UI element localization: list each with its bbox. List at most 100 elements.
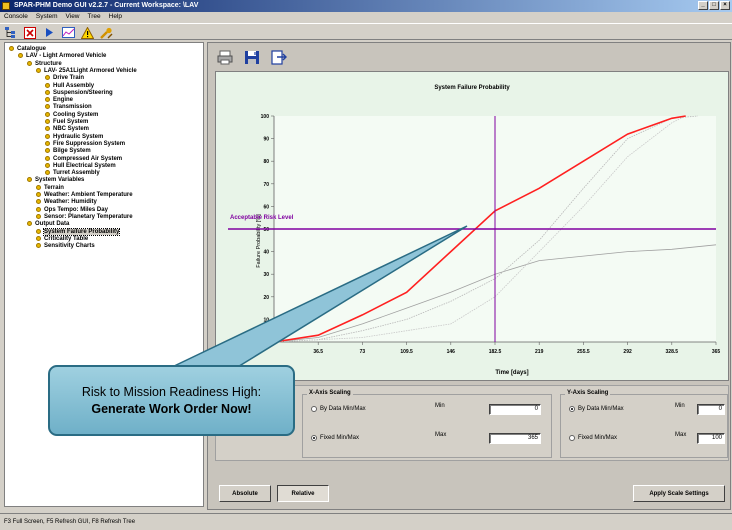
y-min-field[interactable]: 0	[697, 404, 725, 415]
tree-item[interactable]: Transmission	[45, 104, 92, 111]
y-by-data-option[interactable]: By Data Min/Max	[569, 406, 624, 412]
x-axis-scaling-group: X-Axis Scaling By Data Min/Max Fixed Min…	[302, 390, 552, 458]
tree-item-label: Terrain	[44, 184, 64, 191]
y-fixed-radio[interactable]	[569, 435, 575, 441]
tree-item[interactable]: Hull Assembly	[45, 82, 95, 90]
relative-button[interactable]: Relative	[277, 485, 329, 502]
close-button[interactable]: ×	[720, 1, 730, 10]
warning-icon[interactable]	[80, 26, 94, 39]
callout-line-1: Risk to Mission Readiness High:	[81, 384, 262, 399]
tree-item-label: Suspension/Steering	[53, 89, 113, 96]
tree-item[interactable]: System Variables	[27, 177, 84, 184]
tree-item[interactable]: Drive Train	[45, 75, 84, 82]
tree-item[interactable]: Compressed Air System	[45, 155, 122, 163]
tree-item-label: Criticality Table	[44, 235, 89, 242]
node-icon	[27, 177, 32, 183]
tree-item[interactable]: Suspension/Steering	[45, 89, 113, 97]
app-icon	[2, 2, 10, 10]
play-icon[interactable]	[42, 26, 56, 39]
absolute-button[interactable]: Absolute	[219, 485, 271, 502]
title-bar: SPAR-PHM Demo GUI v2.2.7 - Current Works…	[0, 0, 732, 12]
tree-item[interactable]: Criticality Table	[36, 235, 89, 243]
tools-icon[interactable]	[99, 26, 113, 39]
node-icon	[36, 192, 41, 197]
tree-item-label: System Failure Probability	[42, 227, 121, 236]
node-icon	[45, 89, 50, 95]
tree-item[interactable]: Engine	[45, 97, 73, 104]
print-icon[interactable]	[216, 49, 233, 66]
x-min-field[interactable]: 0	[489, 404, 541, 415]
minimize-button[interactable]: _	[698, 1, 708, 10]
x-max-field[interactable]: 365	[489, 433, 541, 444]
tree-item[interactable]: Output Data	[27, 221, 69, 228]
node-icon	[36, 228, 41, 234]
window-controls: _ □ ×	[698, 1, 730, 10]
tree-item[interactable]: LAV- 25A1Light Armored Vehicle	[36, 67, 137, 75]
tree-item[interactable]: Bilge System	[45, 148, 91, 155]
tree-toggle-icon[interactable]	[4, 26, 18, 39]
x-by-data-option[interactable]: By Data Min/Max	[311, 406, 366, 412]
menu-view[interactable]: View	[66, 12, 80, 22]
chart-icon[interactable]	[61, 26, 75, 39]
x-axis-scaling-title: X-Axis Scaling	[307, 390, 353, 396]
y-tick-label: 10	[263, 317, 269, 323]
tree-item-label: Sensitivity Charts	[44, 243, 95, 250]
save-icon[interactable]	[243, 49, 260, 66]
menu-help[interactable]: Help	[109, 12, 122, 22]
tree-item[interactable]: Fire Suppression System	[45, 140, 126, 148]
menu-system[interactable]: System	[36, 12, 58, 22]
tree-item[interactable]: Catalogue	[9, 46, 46, 53]
y-axis-label: Failure Probability [%]	[256, 214, 262, 268]
tree-item-label: Hull Assembly	[53, 82, 95, 89]
maximize-button[interactable]: □	[709, 1, 719, 10]
x-tick-label: 328.5	[666, 349, 679, 355]
callout-line-2: Generate Work Order Now!	[91, 401, 252, 416]
tree-item[interactable]: Turret Assembly	[45, 170, 100, 177]
tree-item[interactable]: Sensor: Planetary Temperature	[36, 213, 133, 221]
apply-scale-settings-button[interactable]: Apply Scale Settings	[633, 485, 725, 502]
tree-item[interactable]: Sensitivity Charts	[36, 243, 95, 250]
x-tick-label: 73	[360, 349, 366, 355]
node-icon	[45, 111, 50, 117]
menu-console[interactable]: Console	[4, 12, 28, 22]
tree-item-label: Fire Suppression System	[53, 140, 126, 147]
failure-probability-chart: System Failure Probability Time [days] F…	[228, 85, 721, 376]
x-tick-label: 365	[712, 349, 721, 355]
stop-icon[interactable]	[23, 26, 37, 39]
export-icon[interactable]	[270, 49, 287, 66]
tree-item[interactable]: LAV - Light Armored Vehicle	[18, 53, 106, 60]
tree-item[interactable]: Weather: Ambient Temperature	[36, 192, 133, 199]
node-icon	[36, 199, 41, 205]
tree-item-label: Sensor: Planetary Temperature	[44, 213, 133, 220]
tree-item-label: Hydraulic System	[53, 133, 104, 140]
y-by-data-radio[interactable]	[569, 406, 575, 412]
tree-item-label: Weather: Ambient Temperature	[44, 192, 133, 198]
y-tick-label: 30	[263, 272, 269, 278]
x-by-data-radio[interactable]	[311, 406, 317, 412]
menu-tree[interactable]: Tree	[88, 12, 101, 22]
x-fixed-label: Fixed Min/Max	[320, 435, 360, 441]
y-fixed-option[interactable]: Fixed Min/Max	[569, 435, 617, 441]
tree-item[interactable]: NBC System	[45, 126, 89, 133]
tree-item[interactable]: Weather: Humidity	[36, 199, 97, 206]
node-icon	[18, 53, 23, 59]
y-tick-label: 60	[263, 204, 269, 210]
y-tick-label: 80	[263, 159, 269, 165]
tree-item[interactable]: System Failure Probability	[36, 227, 121, 236]
tree-item[interactable]: Terrain	[36, 184, 64, 192]
tree-item[interactable]: Hull Electrical System	[45, 162, 116, 170]
y-max-field[interactable]: 100	[697, 433, 725, 444]
tree-item[interactable]: Structure	[27, 60, 62, 68]
x-fixed-radio[interactable]	[311, 435, 317, 441]
x-tick-label: 146	[447, 349, 456, 355]
node-icon	[36, 184, 41, 190]
tree-item[interactable]: Fuel System	[45, 119, 88, 126]
x-fixed-option[interactable]: Fixed Min/Max	[311, 435, 359, 441]
tree-item[interactable]: Cooling System	[45, 111, 98, 119]
node-icon	[45, 148, 50, 154]
tree-item[interactable]: Hydraulic System	[45, 133, 104, 141]
tree-item[interactable]: Ops Tempo: Miles Day	[36, 206, 108, 214]
node-icon	[45, 155, 50, 161]
node-icon	[45, 170, 50, 176]
tree-item-label: LAV- 25A1Light Armored Vehicle	[44, 67, 137, 74]
